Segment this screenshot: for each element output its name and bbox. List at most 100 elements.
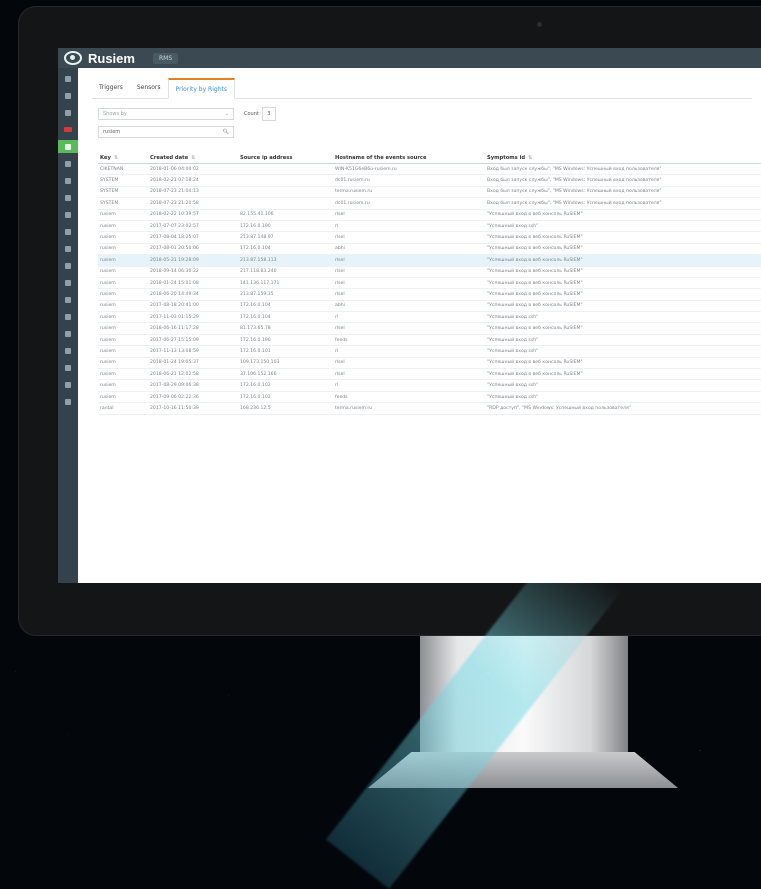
table-cell: CIKETNAN: [98, 163, 148, 176]
table-cell: 82.155.41.106: [238, 209, 333, 221]
main-content: Triggers Sensors Priority by Rights Show…: [78, 68, 761, 583]
table-row[interactable]: rusiem 2017-08-04 18:25:07 213.87.148.97 rl…: [98, 231, 761, 244]
table-row[interactable]: SYSTEM 2018-07-23 21:04:13 terma.rusiem.ru…: [98, 186, 761, 199]
table-row[interactable]: rusiem 2018-01-24 19:05:37 109.173.150.103…: [98, 357, 761, 370]
top-menu-dropdown[interactable]: RMS: [152, 52, 179, 64]
menu-icon[interactable]: [58, 89, 78, 102]
table-row[interactable]: rusiem 2017-09-06 02:22:36 172.16.0.102 fee…: [98, 391, 761, 404]
column-header-hostname[interactable]: Hostname of the events source: [333, 152, 485, 164]
table-cell: 141.136.117.171: [238, 277, 333, 290]
table-cell: 2017-08-18 20:41:00: [148, 300, 238, 313]
table-cell: rlsel: [333, 357, 485, 370]
search-value: rusiem: [103, 129, 121, 135]
table-cell: rusiem: [98, 311, 148, 324]
table-cell: feeds: [333, 391, 485, 404]
clock-icon[interactable]: [58, 225, 78, 238]
list-icon[interactable]: [58, 157, 78, 170]
table-cell: rusiem: [98, 254, 148, 267]
table-row[interactable]: rusiem 2018-02-22 10:39:57 82.155.41.106 rl…: [98, 209, 761, 221]
table-row[interactable]: rusiem 2018-09-14 06:30:22 217.118.83.240 r…: [98, 266, 761, 278]
tab-sensors[interactable]: Sensors: [130, 78, 168, 98]
table-cell: 2018-01-06 04:00:02: [148, 163, 238, 176]
search-icon[interactable]: 🔍︎: [223, 129, 229, 135]
table-row[interactable]: SYSTEM 2018-02-21 07:18:24 dc01.rusiem.ru В…: [98, 174, 761, 187]
table-cell: 168.236.12.5: [238, 402, 333, 415]
table-cell: 2018-01-24 19:05:37: [148, 357, 238, 370]
table-cell: 172.16.0.102: [238, 391, 333, 404]
chart-icon[interactable]: [58, 106, 78, 119]
table-cell: [238, 186, 333, 199]
side-nav: [58, 68, 78, 583]
table-cell: 2017-07-07 23:02:57: [148, 220, 238, 233]
table-cell: rusiem: [98, 231, 148, 244]
cloud-icon[interactable]: [58, 378, 78, 391]
tab-triggers[interactable]: Triggers: [92, 78, 130, 98]
table-cell: Вход был запуск службы", "MS Windows: Ус…: [485, 163, 761, 176]
table-cell: rusiem: [98, 368, 148, 381]
table-row[interactable]: rusiem 2017-11-13 13:08:59 172.16.0.101 rl "…: [98, 345, 761, 358]
column-header-created-date[interactable]: Created date ⇅: [148, 152, 238, 164]
home-icon[interactable]: [58, 72, 78, 85]
map-icon[interactable]: [58, 242, 78, 255]
tag-icon[interactable]: [58, 395, 78, 408]
logo-eye-icon: [64, 51, 82, 65]
settings-icon[interactable]: [58, 191, 78, 204]
gear-icon[interactable]: [58, 310, 78, 323]
table-row[interactable]: SYSTEM 2018-07-23 21:20:58 dc01.rusiem.ru В…: [98, 197, 761, 210]
table-cell: 2018-06-16 11:17:28: [148, 322, 238, 335]
table-cell: 2018-06-21 12:02:58: [148, 368, 238, 381]
table-row[interactable]: rusiem 2017-07-07 23:02:57 172.16.0.190 rl "…: [98, 220, 761, 233]
column-header-symptoms[interactable]: Symptoms id ⇅: [485, 152, 761, 164]
table-cell: [238, 174, 333, 187]
lock-icon[interactable]: [58, 361, 78, 374]
link-icon[interactable]: [58, 259, 78, 272]
table-row[interactable]: rusiem 2018-06-20 14:49:34 213.87.159.35 rl…: [98, 288, 761, 301]
table-cell: "Успешный вход в веб консоль RuSIEM": [485, 209, 761, 221]
table-row[interactable]: rusiem 2017-08-29 09:06:38 172.16.0.102 rl "…: [98, 379, 761, 392]
database-icon[interactable]: [58, 293, 78, 306]
table-row[interactable]: rusiem 2018-06-16 11:17:28 81.173.65.78 rls…: [98, 322, 761, 335]
brand[interactable]: Rusiem: [64, 51, 135, 66]
table-cell: rl: [333, 220, 485, 233]
table-row[interactable]: rantal 2017-10-16 11:50:39 168.236.12.5 ter…: [98, 402, 761, 415]
search-icon[interactable]: [58, 276, 78, 289]
table-cell: rusiem: [98, 209, 148, 221]
table-cell: rlsel: [333, 288, 485, 301]
table-row[interactable]: rusiem 2018-01-24 15:01:08 141.136.117.171…: [98, 277, 761, 290]
table-cell: rusiem: [98, 357, 148, 370]
table-row[interactable]: rusiem 2017-11-03 01:15:29 172.16.0.104 rl "…: [98, 311, 761, 324]
alert-icon[interactable]: [58, 123, 78, 136]
dashboard-icon[interactable]: [58, 140, 78, 153]
table-row[interactable]: rusiem 2017-08-01 20:50:06 172.16.0.104 abh…: [98, 243, 761, 256]
table-cell: 2017-06-27 15:15:09: [148, 334, 238, 347]
filter-icon[interactable]: [58, 174, 78, 187]
table-cell: 213.87.158.113: [238, 254, 333, 267]
table-cell: 2018-05-21 19:28:09: [148, 254, 238, 267]
table-cell: "Успешный вход ssh": [485, 334, 761, 347]
table-cell: 2017-08-04 18:25:07: [148, 231, 238, 244]
table-cell: "Успешный вход ssh": [485, 379, 761, 392]
table-cell: rusiem: [98, 391, 148, 404]
table-cell: terma.rusiem.ru: [333, 402, 485, 415]
table-row[interactable]: CIKETNAN 2018-01-06 04:00:02 WIN-K51G6eB6u…: [98, 163, 761, 176]
count-input[interactable]: 3: [261, 107, 276, 121]
table-cell: rusiem: [98, 266, 148, 278]
table-cell: rusiem: [98, 243, 148, 256]
table-row[interactable]: rusiem 2018-06-21 12:02:58 37.106.152.166 r…: [98, 368, 761, 381]
column-header-key[interactable]: Key ⇅: [98, 152, 148, 164]
table-row[interactable]: rusiem 2017-08-18 20:41:00 172.16.0.104 abh…: [98, 300, 761, 313]
flag-icon[interactable]: [58, 327, 78, 340]
table-cell: 2018-02-21 07:18:24: [148, 174, 238, 187]
table-row[interactable]: rusiem 2017-06-27 15:15:09 172.16.0.190 fee…: [98, 334, 761, 347]
shows-by-select[interactable]: Shows by ⌄: [98, 108, 234, 120]
search-input[interactable]: rusiem 🔍︎: [98, 126, 234, 138]
table-cell: "Успешный вход ssh": [485, 220, 761, 233]
table-cell: "Успешный вход в веб консоль RuSIEM": [485, 288, 761, 301]
column-header-source-ip[interactable]: Source ip address: [238, 152, 333, 164]
table-cell: 172.16.0.104: [238, 300, 333, 313]
table-cell: "Успешный вход ssh": [485, 345, 761, 358]
tab-priority-by-rights[interactable]: Priority by Rights: [167, 78, 235, 99]
user-icon[interactable]: [58, 208, 78, 221]
table-row[interactable]: rusiem 2018-05-21 19:28:09 213.87.158.113 r…: [98, 254, 761, 267]
info-icon[interactable]: [58, 344, 78, 357]
